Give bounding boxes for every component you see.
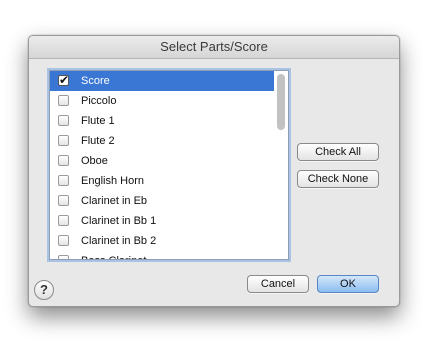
dialog-title: Select Parts/Score [29, 36, 399, 59]
part-label: English Horn [81, 175, 144, 187]
part-label: Flute 1 [81, 115, 115, 127]
list-item[interactable]: Bass Clarinet [50, 251, 274, 259]
cancel-button[interactable]: Cancel [247, 275, 309, 293]
part-checkbox[interactable] [58, 255, 69, 259]
part-label: Clarinet in Eb [81, 195, 148, 207]
ok-button[interactable]: OK [317, 275, 379, 293]
list-item[interactable]: Oboe [50, 151, 274, 171]
part-label: Bass Clarinet [81, 251, 146, 259]
check-all-button[interactable]: Check All [297, 143, 379, 161]
list-item[interactable]: Clarinet in Bb 1 [50, 211, 274, 231]
part-checkbox[interactable] [58, 235, 69, 246]
part-label: Clarinet in Bb 2 [81, 235, 157, 247]
list-item[interactable]: Clarinet in Eb [50, 191, 274, 211]
parts-list[interactable]: ✔ Score Piccolo Flute 1 Flute 2 Oboe Eng… [49, 70, 289, 260]
part-checkbox[interactable] [58, 155, 69, 166]
part-checkbox[interactable] [58, 135, 69, 146]
scrollbar-thumb[interactable] [277, 74, 285, 130]
part-checkbox[interactable] [58, 175, 69, 186]
part-checkbox[interactable] [58, 115, 69, 126]
list-item[interactable]: Flute 1 [50, 111, 274, 131]
part-checkbox[interactable]: ✔ [58, 73, 70, 87]
part-label: Clarinet in Bb 1 [81, 215, 157, 227]
help-icon: ? [40, 282, 48, 297]
list-item[interactable]: Flute 2 [50, 131, 274, 151]
list-item[interactable]: Clarinet in Bb 2 [50, 231, 274, 251]
help-button[interactable]: ? [34, 280, 54, 300]
check-none-button[interactable]: Check None [297, 170, 379, 188]
list-item[interactable]: Piccolo [50, 91, 274, 111]
select-parts-dialog: Select Parts/Score ✔ Score Piccolo Flute… [28, 35, 400, 307]
part-label: Flute 2 [81, 135, 115, 147]
checkmark-icon: ✔ [59, 73, 70, 87]
part-checkbox[interactable] [58, 215, 69, 226]
list-item[interactable]: English Horn [50, 171, 274, 191]
list-scrollbar[interactable] [274, 71, 288, 259]
parts-list-rows: ✔ Score Piccolo Flute 1 Flute 2 Oboe Eng… [50, 71, 274, 259]
part-label: Piccolo [81, 95, 117, 107]
part-label: Oboe [81, 155, 108, 167]
part-label: Score [81, 75, 110, 87]
part-checkbox[interactable] [58, 195, 69, 206]
part-checkbox[interactable] [58, 95, 69, 106]
list-item[interactable]: ✔ Score [50, 71, 274, 91]
